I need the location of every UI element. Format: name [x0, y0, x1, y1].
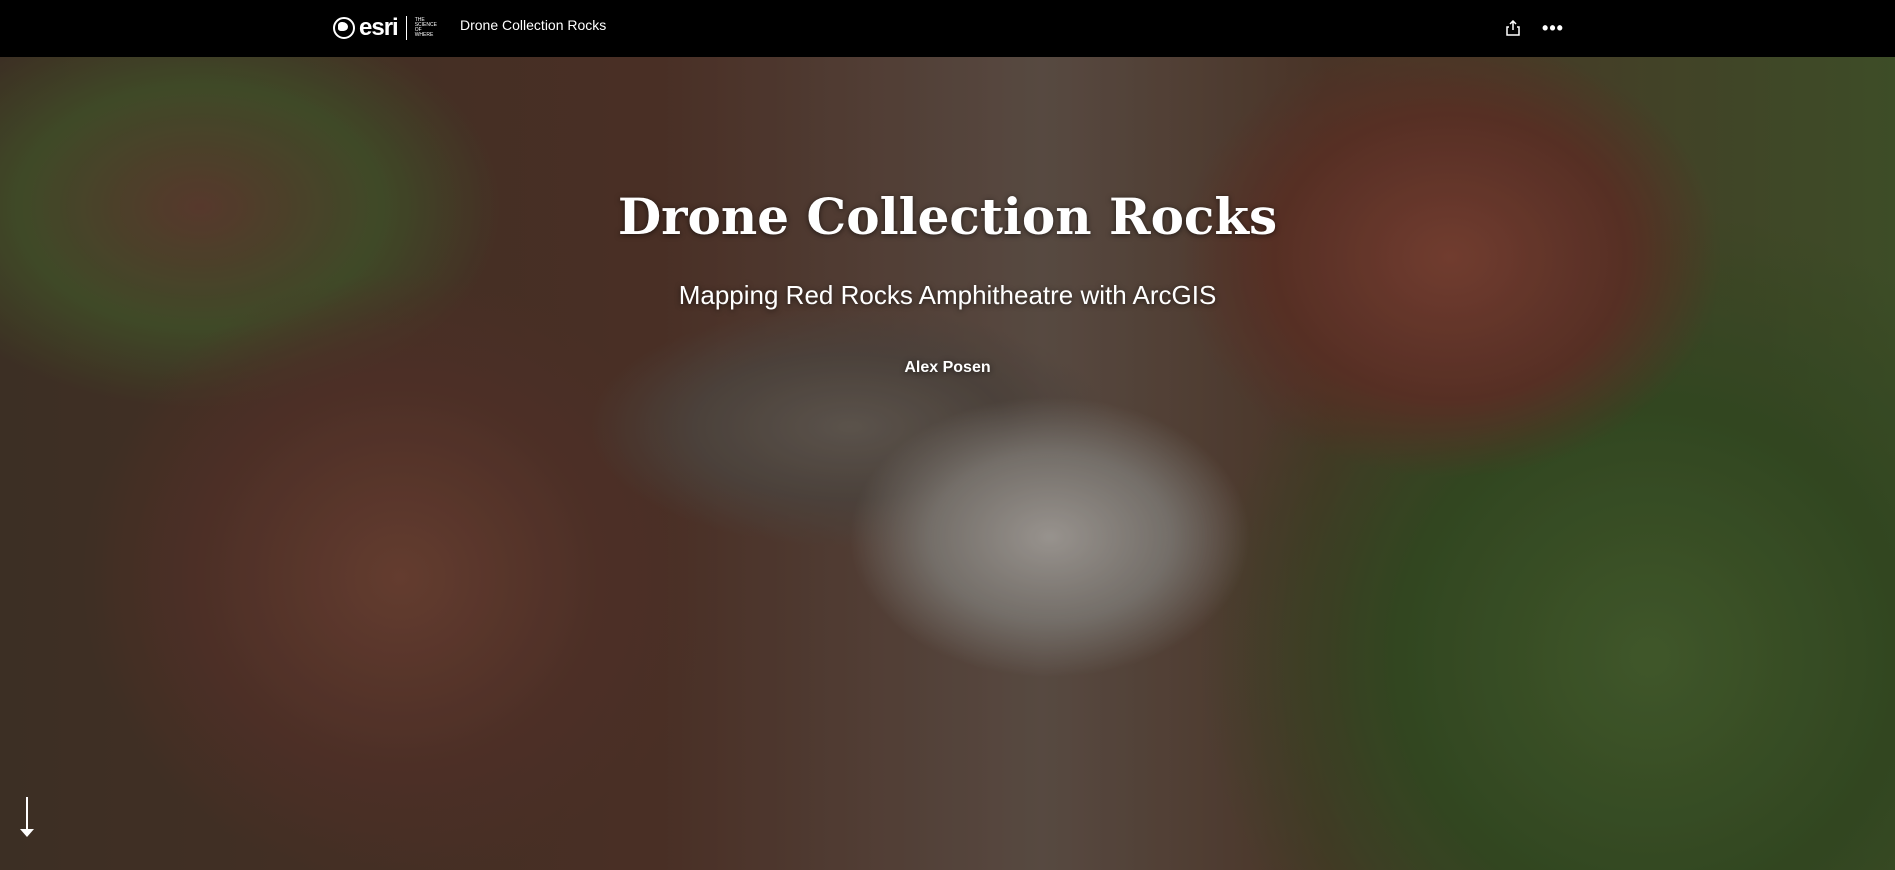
logo-divider	[405, 16, 407, 40]
story-title: Drone Collection Rocks	[617, 187, 1278, 246]
globe-icon	[333, 17, 355, 39]
arrow-head	[20, 829, 34, 837]
cover-overlay	[0, 57, 1895, 870]
share-button[interactable]	[1499, 14, 1527, 42]
more-options-button[interactable]: •••	[1539, 14, 1567, 42]
story-author: Alex Posen	[904, 359, 991, 376]
more-options-icon: •••	[1542, 17, 1564, 38]
story-header: esri THE SCIENCE OF WHERE Drone Collecti…	[0, 0, 1895, 57]
logo-tagline: THE SCIENCE OF WHERE	[414, 17, 437, 38]
arrow-down-icon	[26, 797, 28, 831]
logo-text: esri	[359, 14, 399, 41]
esri-logo[interactable]: esri THE SCIENCE OF WHERE	[333, 13, 437, 43]
header-title: Drone Collection Rocks	[460, 17, 607, 33]
scroll-down-button[interactable]	[20, 797, 34, 842]
cover-image: Drone Collection Rocks Mapping Red Rocks…	[0, 57, 1895, 870]
share-icon	[1506, 20, 1520, 36]
story-subtitle: Mapping Red Rocks Amphitheatre with ArcG…	[678, 280, 1217, 310]
